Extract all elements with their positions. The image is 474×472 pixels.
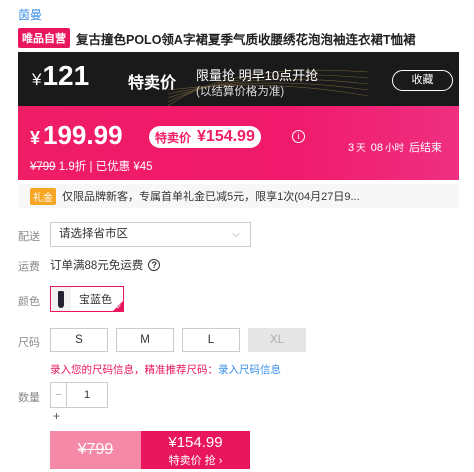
size-label: 尺码 <box>18 337 40 349</box>
size-option-m[interactable]: M <box>116 328 174 352</box>
quantity-minus-button[interactable]: − <box>51 383 67 407</box>
size-info-prompt: 录入您的尺码信息，精准推荐尺码： <box>50 364 218 376</box>
title-row: 唯品自营 复古撞色POLO领A字裙夏季气质收腰绣花泡泡袖连衣裙T恤裙 <box>18 28 416 48</box>
size-info-links: 录入您的尺码信息，精准推荐尺码：录入尺码信息 <box>50 362 281 377</box>
collect-button[interactable]: 收藏 <box>392 70 453 91</box>
flash-price-label: 特卖价 <box>128 75 177 92</box>
countdown: 3天 08 小时 后结束 <box>348 142 443 154</box>
delivery-label: 配送 <box>18 231 40 243</box>
product-title: 复古撞色POLO领A字裙夏季气质收腰绣花泡泡袖连衣裙T恤裙 <box>76 32 416 47</box>
size-option-s[interactable]: S <box>50 328 108 352</box>
special-price-tag: 特卖价 ¥154.99 <box>149 126 261 148</box>
flash-sale-time: 限量抢 明早10点开抢 <box>196 68 319 83</box>
flash-sale-bar: ¥121 特卖价 限量抢 明早10点开抢 (以结算价格为准) 收藏 <box>18 52 459 106</box>
color-thumbnail <box>51 287 71 311</box>
price-panel: ¥199.99 特卖价 ¥154.99 i ¥799 1.9折 | 已优惠 ¥4… <box>18 106 459 180</box>
check-icon: ✓ <box>116 304 122 311</box>
help-icon[interactable]: ? <box>148 259 161 271</box>
brand-link[interactable]: 茵曼 <box>18 6 42 23</box>
chevron-down-icon: ⌵ <box>232 229 240 240</box>
buy-now-button[interactable]: ¥154.99 特卖价 抢 › <box>141 431 250 469</box>
promo-tag: 礼金 <box>30 187 56 205</box>
size-info-link[interactable]: 录入尺码信息 <box>218 364 281 376</box>
price-sub-line: ¥799 1.9折 | 已优惠 ¥45 <box>30 158 153 174</box>
region-select[interactable]: 请选择省市区 ⌵ <box>50 222 251 247</box>
shipping-label: 运费 <box>18 261 40 273</box>
quantity-stepper: − 1 <box>50 382 108 408</box>
quantity-input[interactable]: 1 <box>67 383 107 407</box>
promo-text: 仅限品牌新客，专属首单礼金已减5元，限享1次(04月27日9... <box>62 191 360 203</box>
color-label: 颜色 <box>18 296 40 308</box>
flash-price: ¥121 <box>32 60 90 91</box>
quantity-label: 数量 <box>18 392 40 404</box>
current-price: ¥199.99 <box>30 120 123 150</box>
vip-badge: 唯品自营 <box>18 28 70 48</box>
quantity-plus-button[interactable]: + <box>53 409 60 423</box>
saved-amount: | 已优惠 ¥45 <box>89 161 153 173</box>
size-option-l[interactable]: L <box>182 328 240 352</box>
shipping-info: 订单满88元免运费 ? <box>50 257 161 273</box>
promo-bar: 礼金 仅限品牌新客，专属首单礼金已减5元，限享1次(04月27日9... <box>18 184 459 208</box>
color-option-selected[interactable]: 宝蓝色 ✓ <box>50 286 124 312</box>
discount-rate: 1.9折 <box>58 161 87 173</box>
info-icon[interactable]: i <box>292 130 305 143</box>
size-option-xl[interactable]: XL <box>248 328 306 352</box>
flash-sale-note: (以结算价格为准) <box>196 86 285 98</box>
original-price: ¥799 <box>30 161 56 173</box>
original-price-button[interactable]: ¥799 <box>50 431 141 469</box>
